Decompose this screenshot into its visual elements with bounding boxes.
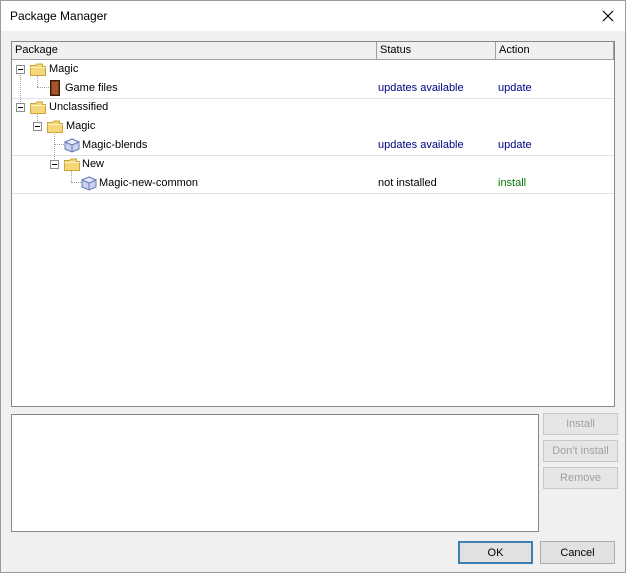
package-label: Unclassified: [49, 101, 109, 113]
package-action[interactable]: update: [498, 136, 532, 155]
package-action[interactable]: update: [498, 79, 532, 98]
package-tree[interactable]: Package Status Action Magic Game files u…: [11, 41, 615, 407]
collapse-toggle[interactable]: [16, 65, 25, 74]
folder-icon: [64, 158, 80, 171]
tree-row[interactable]: New: [12, 155, 614, 174]
package-label: New: [82, 158, 105, 170]
tree-row[interactable]: Magic: [12, 117, 614, 136]
dont-install-button[interactable]: Don't install: [543, 440, 618, 462]
tree-row[interactable]: Magic-new-common not installed install: [12, 174, 614, 194]
package-status: not installed: [378, 177, 437, 189]
folder-icon: [30, 101, 46, 114]
column-header: Package Status Action: [12, 42, 614, 60]
close-icon: [602, 10, 614, 22]
column-package[interactable]: Package: [12, 42, 377, 59]
tree-row[interactable]: Unclassified: [12, 98, 614, 117]
collapse-toggle[interactable]: [50, 160, 59, 169]
package-label: Game files: [65, 82, 118, 94]
tree-row[interactable]: Magic-blends updates available update: [12, 136, 614, 156]
tree-row[interactable]: Magic: [12, 60, 614, 79]
column-status[interactable]: Status: [377, 42, 496, 59]
tree-row[interactable]: Game files updates available update: [12, 79, 614, 99]
window-title: Package Manager: [10, 9, 108, 23]
package-icon: [81, 176, 97, 191]
title-bar: Package Manager: [1, 1, 625, 31]
package-label: Magic: [66, 120, 96, 132]
folder-icon: [47, 120, 63, 133]
ok-button[interactable]: OK: [458, 541, 533, 564]
column-action[interactable]: Action: [496, 42, 614, 59]
cancel-button[interactable]: Cancel: [540, 541, 615, 564]
install-button[interactable]: Install: [543, 413, 618, 435]
collapse-toggle[interactable]: [16, 103, 25, 112]
game-files-icon: [50, 80, 60, 96]
package-description[interactable]: [11, 414, 539, 532]
package-label: Magic-blends: [82, 139, 148, 151]
package-label: Magic: [49, 63, 79, 75]
package-status: updates available: [378, 82, 464, 94]
collapse-toggle[interactable]: [33, 122, 42, 131]
package-action[interactable]: install: [498, 174, 526, 193]
package-icon: [64, 138, 80, 153]
remove-button[interactable]: Remove: [543, 467, 618, 489]
package-status: updates available: [378, 139, 464, 151]
folder-icon: [30, 63, 46, 76]
close-button[interactable]: [591, 1, 625, 31]
package-manager-window: Package Manager Package Status Action Ma…: [0, 0, 626, 573]
package-label: Magic-new-common: [99, 177, 199, 189]
